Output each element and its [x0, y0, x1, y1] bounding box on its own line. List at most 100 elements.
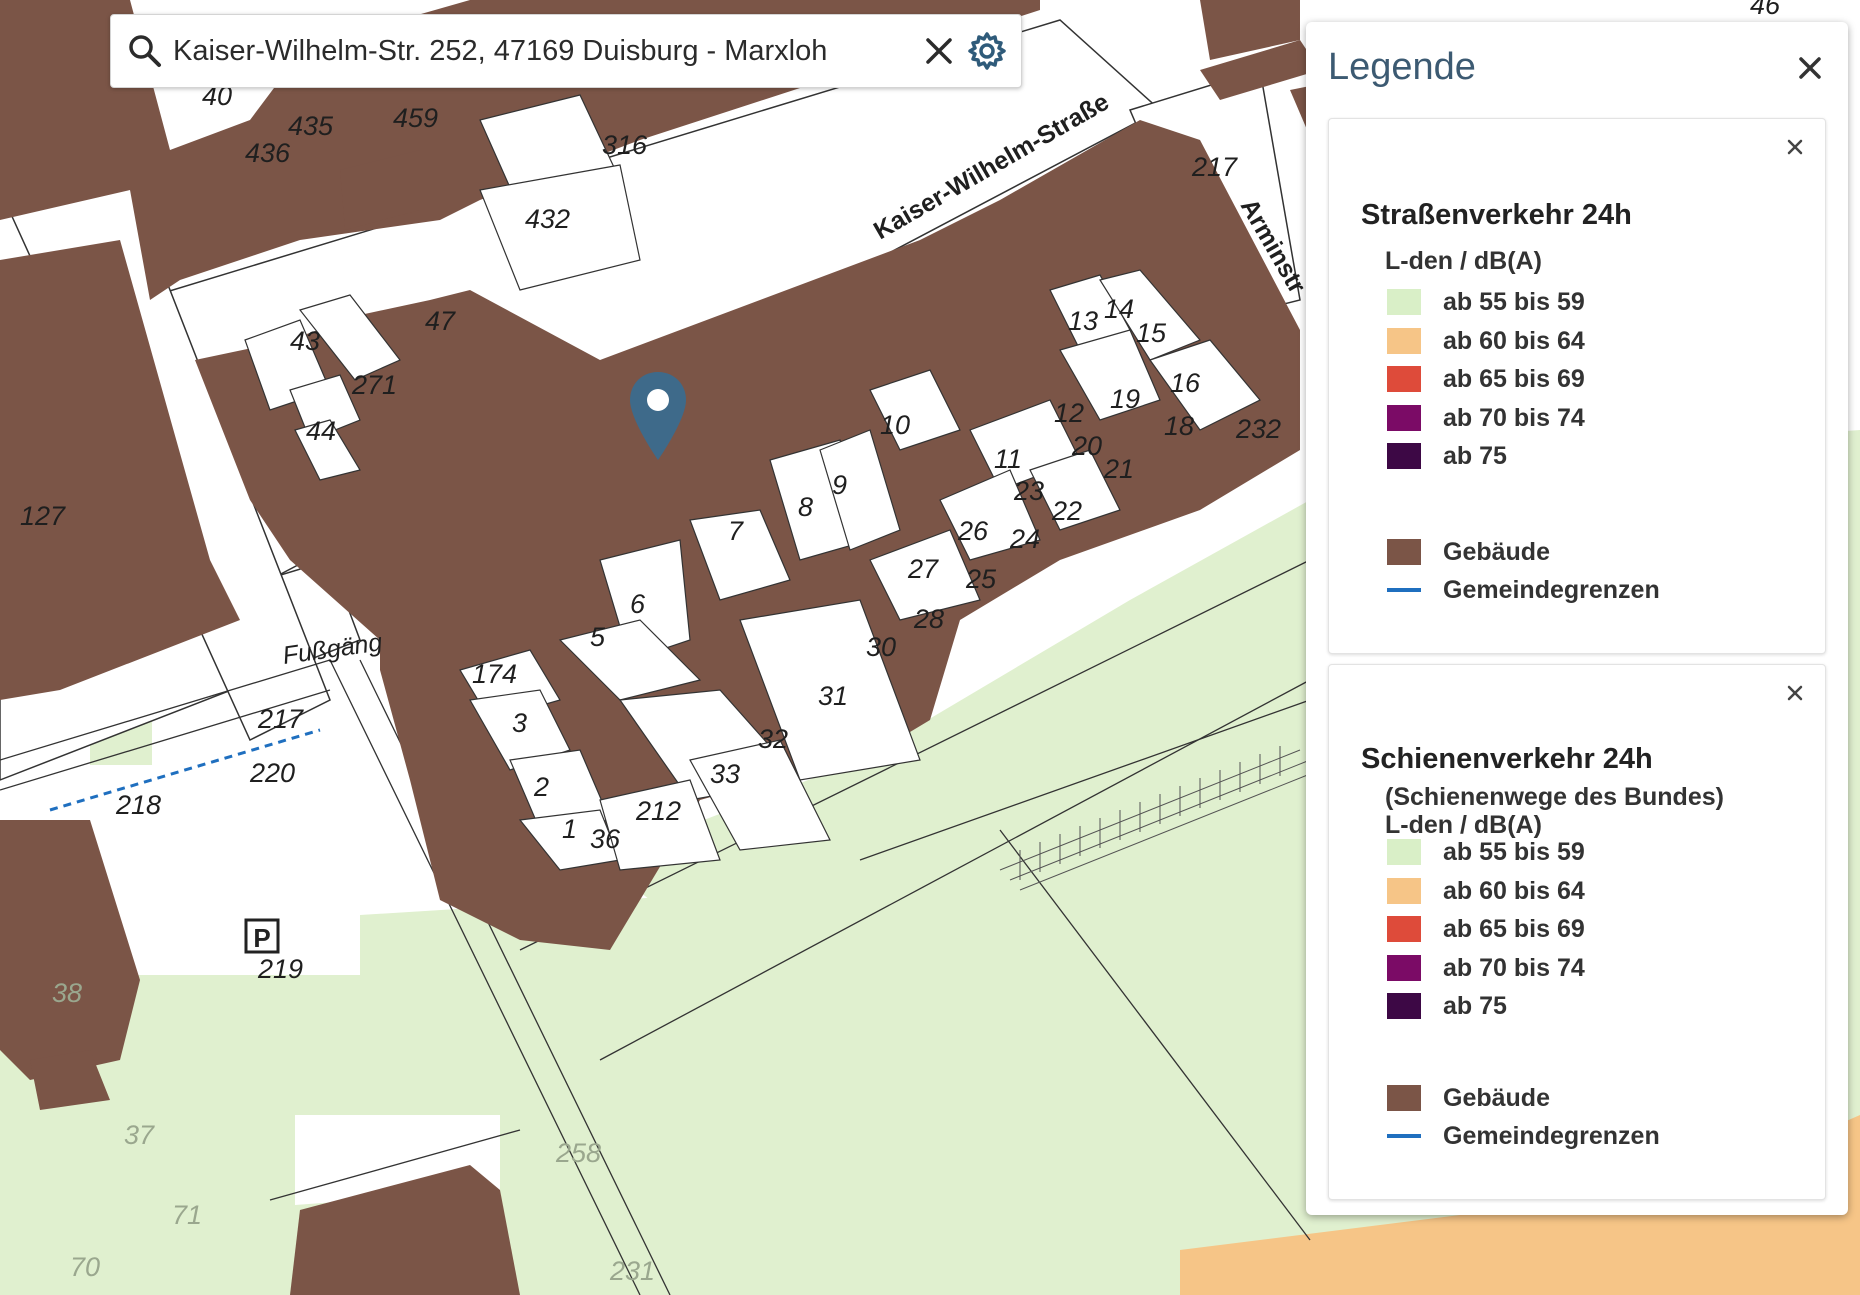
parcel-number: 36 [590, 824, 621, 854]
parcel-number: 28 [913, 604, 944, 634]
swatch-55-59 [1387, 289, 1421, 315]
parcel-number: 25 [965, 564, 997, 594]
parcel-number: 258 [555, 1138, 601, 1168]
legend-item-label: Gebäude [1443, 537, 1550, 566]
parcel-number: 217 [257, 704, 304, 734]
parcel-number: 15 [1136, 318, 1167, 348]
legend-card-rail: Schienenverkehr 24h (Schienenwege des Bu… [1328, 664, 1826, 1200]
parcel-number: 31 [818, 681, 848, 711]
parcel-number: 19 [1110, 384, 1140, 414]
parcel-number: 11 [994, 444, 1022, 474]
rail-legend-unit: L-den / dB(A) [1385, 811, 1542, 839]
parcel-number: 2 [533, 772, 549, 802]
parcel-number: 212 [635, 796, 681, 826]
parcel-number: 70 [70, 1252, 100, 1282]
swatch-65-69 [1387, 366, 1421, 392]
parcel-number: 37 [124, 1120, 155, 1150]
parcel-number: 16 [1170, 368, 1201, 398]
close-icon [1787, 685, 1803, 701]
parcel-number: 5 [590, 622, 606, 652]
swatch-70-74 [1387, 955, 1421, 981]
rail-card-close-button[interactable] [1781, 679, 1809, 707]
legend-item: Gemeindegrenzen [1387, 1121, 1660, 1151]
parking-icon: P [244, 918, 280, 954]
parcel-number: 44 [306, 416, 336, 446]
legend-item: ab 60 bis 64 [1387, 326, 1585, 356]
legend-item: ab 75 [1387, 991, 1507, 1021]
parcel-number: 13 [1068, 306, 1098, 336]
legend-item-label: ab 75 [1443, 991, 1507, 1020]
legend-item-label: ab 55 bis 59 [1443, 837, 1585, 866]
road-legend-title: Straßenverkehr 24h [1361, 199, 1632, 231]
parcel-number: 20 [1071, 431, 1102, 461]
swatch-75 [1387, 993, 1421, 1019]
search-input[interactable] [169, 34, 915, 68]
parcel-number: 127 [20, 501, 66, 531]
legend-item: ab 70 bis 74 [1387, 403, 1585, 433]
parcel-number: 10 [880, 410, 910, 440]
parcel-number: 231 [609, 1256, 655, 1286]
parcel-number: 27 [907, 554, 939, 584]
swatch-65-69 [1387, 916, 1421, 942]
legend-item-label: Gebäude [1443, 1083, 1550, 1112]
parcel-number: 14 [1104, 294, 1134, 324]
parcel-number: 38 [52, 978, 82, 1008]
parcel-number: 23 [1013, 476, 1044, 506]
legend-title: Legende [1328, 46, 1476, 88]
parcel-number: 219 [257, 954, 303, 984]
parcel-number: 47 [425, 306, 456, 336]
legend-item: ab 55 bis 59 [1387, 287, 1585, 317]
swatch-60-64 [1387, 328, 1421, 354]
legend-item-label: Gemeindegrenzen [1443, 1121, 1660, 1150]
parcel-number: 26 [957, 516, 989, 546]
legend-item: Gemeindegrenzen [1387, 575, 1660, 605]
parcel-number: 9 [832, 470, 847, 500]
parcel-number: 33 [710, 759, 740, 789]
parcel-number: 232 [1235, 414, 1281, 444]
parcel-number: 6 [630, 589, 646, 619]
legend-item: ab 65 bis 69 [1387, 364, 1585, 394]
parcel-number: 435 [288, 111, 334, 141]
legend-item-label: ab 60 bis 64 [1443, 326, 1585, 355]
parcel-number: 7 [728, 516, 744, 546]
close-icon[interactable] [915, 27, 963, 75]
parcel-number: 46 [1750, 0, 1781, 20]
gear-icon[interactable] [963, 27, 1011, 75]
legend-item-label: ab 70 bis 74 [1443, 403, 1585, 432]
legend-item: ab 70 bis 74 [1387, 953, 1585, 983]
parcel-number: 21 [1103, 454, 1134, 484]
swatch-building [1387, 539, 1421, 565]
legend-card-road: Straßenverkehr 24h L-den / dB(A) ab 55 b… [1328, 118, 1826, 654]
parcel-number: 18 [1164, 411, 1194, 441]
swatch-building [1387, 1085, 1421, 1111]
parking-label: P [253, 923, 270, 953]
parcel-number: 3 [512, 708, 527, 738]
swatch-boundary [1387, 1134, 1421, 1138]
parcel-number: 24 [1009, 524, 1040, 554]
legend-item-label: ab 55 bis 59 [1443, 287, 1585, 316]
legend-item-label: ab 75 [1443, 441, 1507, 470]
legend-item: Gebäude [1387, 1083, 1550, 1113]
legend-close-button[interactable] [1790, 48, 1830, 88]
swatch-boundary [1387, 588, 1421, 592]
swatch-60-64 [1387, 878, 1421, 904]
legend-item: Gebäude [1387, 537, 1550, 567]
swatch-70-74 [1387, 405, 1421, 431]
legend-item: ab 75 [1387, 441, 1507, 471]
parcel-number: 22 [1051, 496, 1082, 526]
legend-item: ab 55 bis 59 [1387, 837, 1585, 867]
parcel-number: 220 [249, 758, 295, 788]
parcel-number: 459 [393, 103, 438, 133]
close-icon [1799, 57, 1821, 79]
legend-item-label: ab 65 bis 69 [1443, 914, 1585, 943]
parcel-number: 12 [1054, 398, 1084, 428]
parcel-number: 32 [758, 724, 788, 754]
parcel-number: 217 [1191, 152, 1238, 182]
legend-item-label: ab 60 bis 64 [1443, 876, 1585, 905]
road-card-close-button[interactable] [1781, 133, 1809, 161]
parcel-number: 174 [472, 659, 517, 689]
search-icon[interactable] [121, 27, 169, 75]
parcel-number: 43 [290, 326, 320, 356]
legend-panel: Legende Straßenverkehr 24h L-den / dB(A)… [1306, 22, 1848, 1215]
parcel-number: 30 [866, 632, 896, 662]
